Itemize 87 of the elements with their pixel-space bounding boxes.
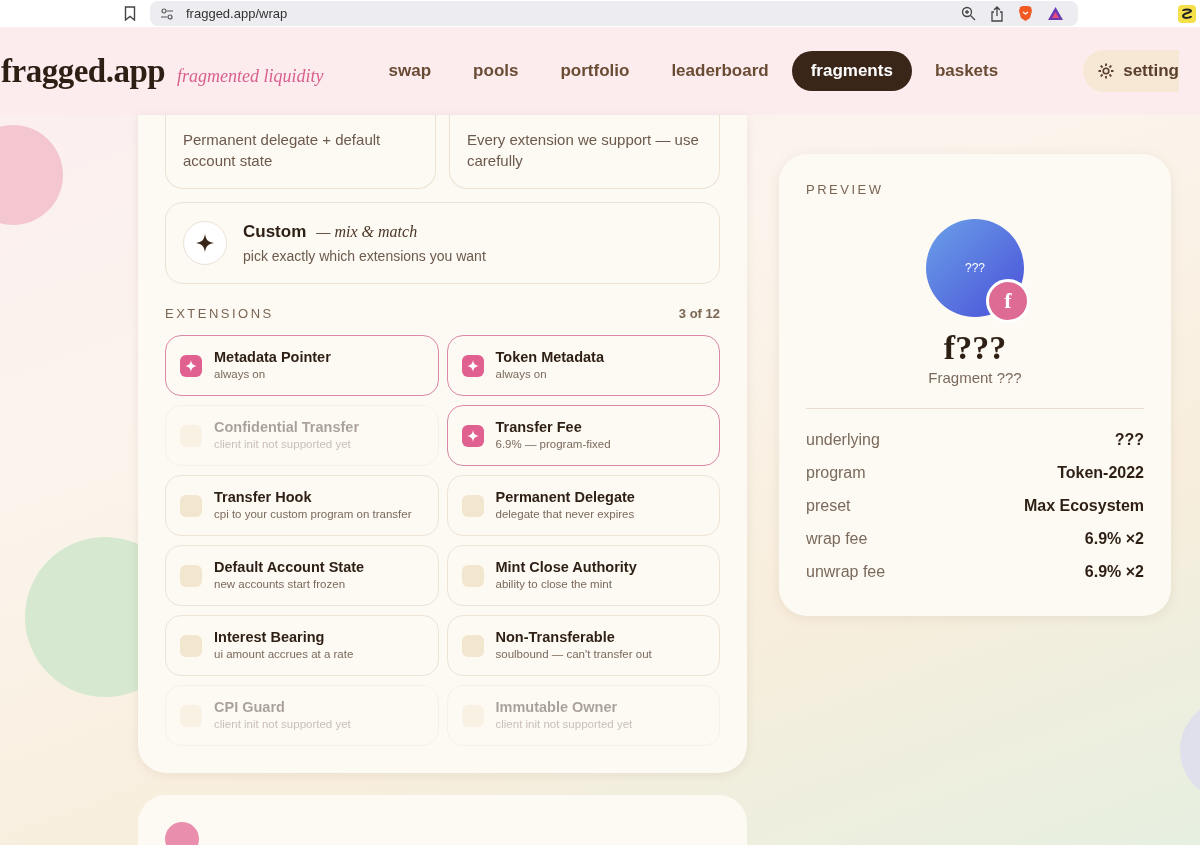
extension-note: ui amount accrues at a rate bbox=[214, 647, 354, 662]
section-heading: EXTENSIONS bbox=[165, 306, 274, 321]
extension-name: Transfer Fee bbox=[495, 419, 583, 435]
preset-description: Every extension we support — use carefully bbox=[467, 131, 699, 169]
extension-option[interactable]: Non-Transferable soulbound — can't transfer out bbox=[446, 615, 720, 676]
custom-preset-card[interactable]: Custom — mix & match pick exactly which extensions you want bbox=[165, 202, 720, 284]
address-bar[interactable]: fragged.app/wrap bbox=[150, 1, 1078, 26]
section-heading: PREVIEW bbox=[806, 182, 885, 197]
checkbox[interactable] bbox=[461, 494, 484, 517]
extension-icon[interactable] bbox=[1178, 4, 1196, 23]
preset-card[interactable]: Every extension we support — use carefully bbox=[449, 115, 720, 189]
checkbox[interactable] bbox=[461, 354, 484, 377]
extension-option[interactable]: Default Account State new accounts start frozen bbox=[165, 545, 439, 606]
logo[interactable]: fragged.app bbox=[1, 52, 166, 90]
extension-option[interactable]: Metadata Pointer always on bbox=[165, 335, 439, 396]
extension-name: Immutable Owner bbox=[495, 699, 619, 715]
extension-name: Interest Bearing bbox=[214, 629, 326, 645]
extension-note: soulbound — can't transfer out bbox=[495, 647, 652, 662]
custom-subtitle: — mix & match bbox=[316, 223, 418, 241]
preset-description: Permanent delegate + default account state bbox=[183, 131, 381, 169]
extension-option[interactable]: Transfer Hook cpi to your custom program on transfer bbox=[165, 475, 439, 536]
extension-note: client init not supported yet bbox=[214, 437, 352, 452]
extension-name: CPI Guard bbox=[214, 699, 286, 715]
settings-icon bbox=[1097, 62, 1116, 80]
sparkle-icon bbox=[185, 359, 197, 372]
extension-option[interactable]: Interest Bearing ui amount accrues at a rate bbox=[165, 615, 439, 676]
detail-value: ??? bbox=[1114, 430, 1144, 449]
zoom-icon[interactable] bbox=[961, 6, 976, 21]
extension-note: always on bbox=[214, 367, 267, 382]
detail-label: wrap fee bbox=[806, 529, 868, 548]
extension-note: client init not supported yet bbox=[214, 717, 351, 732]
checkbox[interactable] bbox=[461, 634, 484, 657]
extension-name: Metadata Pointer bbox=[214, 349, 331, 365]
extension-name: Transfer Hook bbox=[214, 489, 313, 505]
extension-note: delegate that never expires bbox=[495, 507, 635, 522]
checkbox[interactable] bbox=[461, 424, 484, 447]
extension-option[interactable]: Token Metadata always on bbox=[446, 335, 720, 396]
token-symbol: f??? bbox=[942, 329, 1008, 367]
tagline: fragmented liquidity bbox=[177, 65, 324, 87]
custom-title: Custom bbox=[243, 222, 307, 242]
settings-button[interactable]: setting bbox=[1083, 50, 1179, 92]
extension-option[interactable]: Mint Close Authority ability to close the mint bbox=[446, 545, 720, 606]
selected-count: 3 of 12 bbox=[678, 306, 720, 321]
extension-name: Default Account State bbox=[214, 559, 365, 575]
sparkle-icon bbox=[183, 221, 227, 265]
detail-label: underlying bbox=[806, 430, 880, 449]
fragment-badge: f bbox=[986, 279, 1030, 323]
extension-note: ability to close the mint bbox=[495, 577, 613, 592]
nav-link[interactable]: leaderboard bbox=[652, 51, 788, 91]
checkbox[interactable] bbox=[180, 564, 202, 587]
extension-note: 6.9% — program-fixed bbox=[495, 437, 611, 452]
detail-label: program bbox=[806, 463, 866, 482]
nav-link[interactable]: fragments bbox=[791, 51, 912, 91]
nav-link[interactable]: pools bbox=[454, 51, 538, 91]
extension-name: Permanent Delegate bbox=[495, 489, 635, 505]
detail-value: Max Ecosystem bbox=[1023, 496, 1144, 515]
site-settings-icon[interactable] bbox=[160, 7, 174, 20]
extension-note: cpi to your custom program on transfer bbox=[214, 507, 412, 522]
extension-option[interactable]: Permanent Delegate delegate that never expires bbox=[446, 475, 720, 536]
sparkle-icon bbox=[466, 429, 479, 442]
checkbox[interactable] bbox=[461, 564, 484, 587]
detail-label: preset bbox=[806, 496, 851, 515]
extension-note: always on bbox=[495, 367, 548, 382]
extension-name: Confidential Transfer bbox=[214, 419, 360, 435]
nav-link[interactable]: baskets bbox=[915, 51, 1018, 91]
bookmark-icon[interactable] bbox=[124, 6, 136, 21]
detail-value: 6.9% ×2 bbox=[1084, 562, 1144, 581]
extension-name: Token Metadata bbox=[495, 349, 604, 365]
checkbox[interactable] bbox=[180, 354, 202, 377]
extension-note: client init not supported yet bbox=[495, 717, 633, 732]
triangle-icon[interactable] bbox=[1047, 6, 1064, 21]
checkbox[interactable] bbox=[180, 634, 202, 657]
extension-name: Mint Close Authority bbox=[495, 559, 637, 575]
nav-link[interactable]: swap bbox=[369, 51, 451, 91]
detail-value: 6.9% ×2 bbox=[1084, 529, 1144, 548]
preset-card[interactable]: Permanent delegate + default account state bbox=[165, 115, 436, 189]
extension-option[interactable]: Transfer Fee 6.9% — program-fixed bbox=[446, 405, 720, 466]
nav-link[interactable]: portfolio bbox=[541, 51, 649, 91]
share-icon[interactable] bbox=[990, 5, 1004, 22]
sparkle-icon bbox=[466, 359, 479, 372]
extension-note: new accounts start frozen bbox=[214, 577, 347, 592]
extension-name: Non-Transferable bbox=[495, 629, 616, 645]
detail-label: unwrap fee bbox=[806, 562, 886, 581]
custom-description: pick exactly which extensions you want bbox=[243, 248, 486, 264]
detail-value: Token-2022 bbox=[1057, 463, 1144, 482]
token-name: Fragment ??? bbox=[927, 369, 1023, 386]
checkbox[interactable] bbox=[180, 494, 202, 517]
